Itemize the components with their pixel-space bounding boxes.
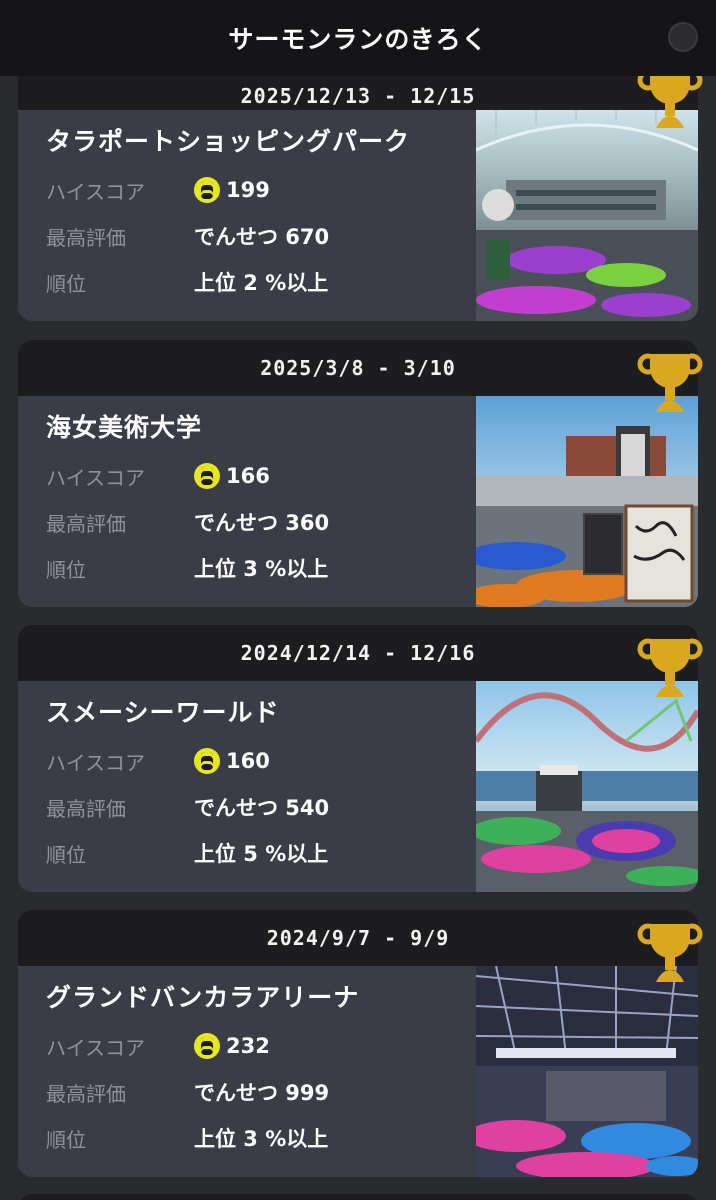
- date-range: 2025/3/8 - 3/10: [260, 356, 456, 380]
- golden-egg-icon: [194, 463, 220, 489]
- high-score-label: ハイスコア: [46, 179, 145, 204]
- date-bar: 2024/9/7 - 9/9: [18, 910, 698, 966]
- card-body: スメーシーワールド ハイスコア 160 最高評価 でんせつ 540 順位 上位 …: [18, 681, 698, 892]
- page-title: サーモンランのきろく: [228, 25, 488, 54]
- high-score-value: 232: [226, 1034, 270, 1058]
- trophy-icon: [637, 353, 703, 412]
- best-rating-label: 最高評価: [46, 796, 126, 821]
- best-rating-row: 最高評価 でんせつ 999: [46, 1072, 329, 1112]
- trophy-icon: [637, 638, 703, 697]
- best-rating-value: でんせつ 670: [194, 225, 330, 249]
- rank-value: 上位 3 %以上: [194, 557, 329, 581]
- date-range: 2025/12/13 - 12/15: [240, 84, 476, 108]
- rank-row: 順位 上位 2 %以上: [46, 262, 328, 302]
- record-card[interactable]: 2025/12/13 - 12/15 タラポートショッピングパーク ハイスコア …: [18, 33, 698, 321]
- golden-egg-icon: [194, 1033, 220, 1059]
- card-body: タラポートショッピングパーク ハイスコア 199 最高評価 でんせつ 670 順…: [18, 110, 698, 321]
- stage-name: 海女美術大学: [46, 413, 203, 442]
- rank-value: 上位 3 %以上: [194, 1127, 329, 1151]
- best-rating-value: でんせつ 360: [194, 511, 330, 535]
- date-range: 2024/12/14 - 12/16: [240, 641, 476, 665]
- close-button[interactable]: [668, 22, 698, 52]
- best-rating-row: 最高評価 でんせつ 360: [46, 502, 329, 542]
- card-body: 海女美術大学 ハイスコア 166 最高評価 でんせつ 360 順位 上位 3 %…: [18, 396, 698, 607]
- stage-name: グランドバンカラアリーナ: [46, 983, 360, 1012]
- high-score-row: ハイスコア 199: [46, 170, 270, 210]
- stage-image: [476, 966, 698, 1177]
- stage-image: [476, 396, 698, 607]
- high-score-value: 199: [226, 178, 270, 202]
- app-header: サーモンランのきろく: [0, 0, 716, 76]
- best-rating-label: 最高評価: [46, 225, 126, 250]
- best-rating-label: 最高評価: [46, 511, 126, 536]
- high-score-row: ハイスコア 232: [46, 1026, 270, 1066]
- high-score-label: ハイスコア: [46, 750, 145, 775]
- high-score-row: ハイスコア 160: [46, 741, 270, 781]
- rank-row: 順位 上位 5 %以上: [46, 833, 328, 873]
- rank-label: 順位: [46, 1127, 86, 1152]
- rank-label: 順位: [46, 557, 86, 582]
- trophy-icon: [637, 923, 703, 982]
- date-bar: 2024/12/14 - 12/16: [18, 625, 698, 681]
- record-card[interactable]: 2024/12/14 - 12/16 スメーシーワールド ハイスコア 160 最…: [18, 625, 698, 892]
- date-range: 2024/9/7 - 9/9: [266, 926, 450, 950]
- record-card[interactable]: 2025/3/8 - 3/10 海女美術大学 ハイスコア 166 最高評価 でん…: [18, 340, 698, 607]
- rank-label: 順位: [46, 842, 86, 867]
- best-rating-value: でんせつ 999: [194, 1081, 330, 1105]
- stage-name: タラポートショッピングパーク: [46, 127, 411, 156]
- golden-egg-icon: [194, 748, 220, 774]
- high-score-row: ハイスコア 166: [46, 456, 270, 496]
- rank-value: 上位 5 %以上: [194, 842, 329, 866]
- best-rating-value: でんせつ 540: [194, 796, 330, 820]
- golden-egg-icon: [194, 177, 220, 203]
- best-rating-label: 最高評価: [46, 1081, 126, 1106]
- rank-value: 上位 2 %以上: [194, 271, 329, 295]
- best-rating-row: 最高評価 でんせつ 670: [46, 216, 329, 256]
- stage-image: [476, 681, 698, 892]
- records-list[interactable]: 2025/12/13 - 12/15 タラポートショッピングパーク ハイスコア …: [0, 0, 716, 1200]
- record-card[interactable]: 2024/9/7 - 9/9 グランドバンカラアリーナ ハイスコア 232 最高…: [18, 910, 698, 1177]
- high-score-value: 166: [226, 464, 270, 488]
- card-body: グランドバンカラアリーナ ハイスコア 232 最高評価 でんせつ 999 順位 …: [18, 966, 698, 1177]
- date-bar: 2025/3/8 - 3/10: [18, 340, 698, 396]
- rank-label: 順位: [46, 271, 86, 296]
- high-score-label: ハイスコア: [46, 1035, 145, 1060]
- rank-row: 順位 上位 3 %以上: [46, 548, 328, 588]
- stage-image: [476, 110, 698, 321]
- next-record-card-edge: [18, 1194, 698, 1200]
- high-score-label: ハイスコア: [46, 465, 145, 490]
- rank-row: 順位 上位 3 %以上: [46, 1118, 328, 1158]
- stage-name: スメーシーワールド: [46, 698, 280, 727]
- best-rating-row: 最高評価 でんせつ 540: [46, 787, 329, 827]
- high-score-value: 160: [226, 749, 270, 773]
